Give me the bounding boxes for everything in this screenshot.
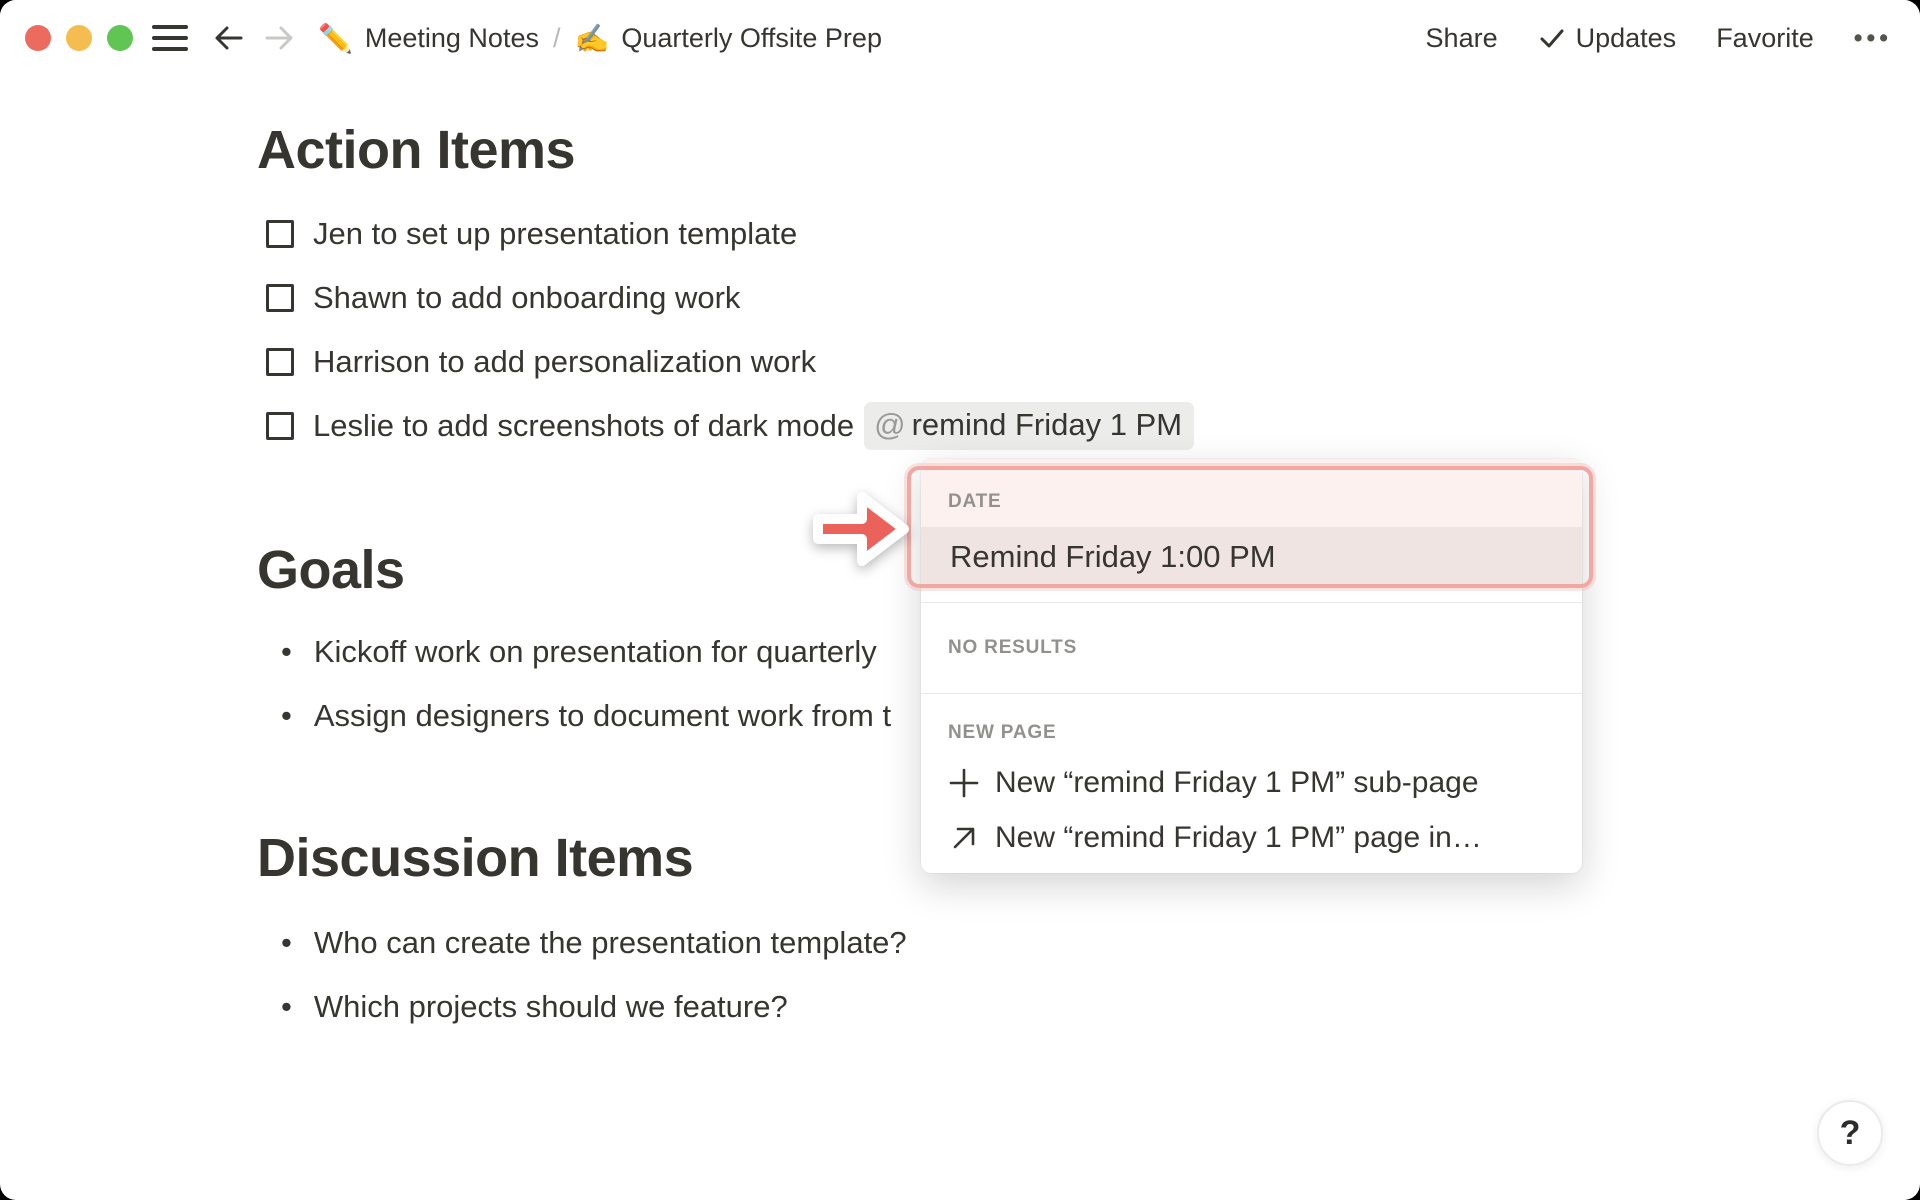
todo-checkbox[interactable] <box>266 220 294 248</box>
todo-list: Jen to set up presentation template Shaw… <box>257 202 1195 458</box>
menu-item-label: New “remind Friday 1 PM” page in… <box>995 821 1482 854</box>
writing-hand-icon: ✍️ <box>574 21 610 55</box>
bullet-item: Assign designers to document work from t <box>257 684 891 748</box>
hamburger-menu-icon[interactable] <box>152 24 188 52</box>
topbar-actions: Share Updates Favorite ••• <box>1426 0 1892 76</box>
window-controls <box>25 25 133 51</box>
top-bar: ✏️ Meeting Notes / ✍️ Quarterly Offsite … <box>0 0 1920 76</box>
mention-label: remind Friday 1 PM <box>911 407 1183 442</box>
menu-item-label: Remind Friday 1:00 PM <box>950 539 1276 574</box>
back-icon[interactable] <box>212 21 246 55</box>
heading-goals: Goals <box>257 540 405 600</box>
menu-item-remind-date[interactable]: Remind Friday 1:00 PM <box>921 527 1582 587</box>
menu-no-results-label: NO RESULTS <box>948 637 1078 658</box>
updates-button[interactable]: Updates <box>1538 22 1677 54</box>
goals-bullet-list: Kickoff work on presentation for quarter… <box>257 620 891 748</box>
bullet-item: Which projects should we feature? <box>257 975 907 1039</box>
bullet-item: Who can create the presentation template… <box>257 911 907 975</box>
menu-date-section-label: DATE <box>948 491 1002 512</box>
date-mention-token[interactable]: @ remind Friday 1 PM <box>864 402 1195 450</box>
menu-divider <box>921 693 1582 694</box>
todo-checkbox[interactable] <box>266 348 294 376</box>
check-icon <box>1540 29 1564 48</box>
menu-item-new-subpage[interactable]: New “remind Friday 1 PM” sub-page <box>921 754 1582 812</box>
breadcrumb-separator: / <box>552 22 561 53</box>
pencil-icon: ✏️ <box>318 21 353 55</box>
plus-icon <box>947 766 981 800</box>
todo-row: Leslie to add screenshots of dark mode @… <box>257 394 1195 458</box>
menu-item-new-page-in[interactable]: New “remind Friday 1 PM” page in… <box>921 809 1582 867</box>
favorite-button[interactable]: Favorite <box>1716 23 1814 54</box>
todo-text: Jen to set up presentation template <box>313 216 798 251</box>
question-mark-icon: ? <box>1839 1113 1861 1152</box>
todo-checkbox[interactable] <box>266 284 294 312</box>
todo-text: Harrison to add personalization work <box>313 344 817 379</box>
discussion-bullet-list: Who can create the presentation template… <box>257 911 907 1039</box>
menu-date-section <box>921 459 1582 527</box>
todo-row: Jen to set up presentation template <box>257 202 1194 266</box>
close-button[interactable] <box>25 25 51 51</box>
arrow-up-right-icon <box>947 821 981 855</box>
date-mention-menu: DATE Remind Friday 1:00 PM NO RESULTS NE… <box>921 459 1582 873</box>
bullet-text: Who can create the presentation template… <box>313 925 907 960</box>
menu-new-page-section-label: NEW PAGE <box>948 722 1057 743</box>
annotation-arrow-icon <box>806 484 914 579</box>
heading-action-items: Action Items <box>257 120 576 180</box>
breadcrumb: ✏️ Meeting Notes / ✍️ Quarterly Offsite … <box>318 0 882 76</box>
heading-discussion-items: Discussion Items <box>257 828 694 888</box>
help-button[interactable]: ? <box>1817 1100 1883 1166</box>
menu-divider <box>921 602 1582 603</box>
todo-checkbox[interactable] <box>266 412 294 440</box>
at-sign-icon: @ <box>874 407 906 442</box>
bullet-text: Assign designers to document work from t <box>313 698 892 733</box>
breadcrumb-root[interactable]: Meeting Notes <box>365 23 539 54</box>
todo-row: Shawn to add onboarding work <box>257 266 1194 330</box>
app-window: ✏️ Meeting Notes / ✍️ Quarterly Offsite … <box>0 0 1920 1200</box>
menu-item-label: New “remind Friday 1 PM” sub-page <box>995 766 1479 799</box>
todo-text: Leslie to add screenshots of dark mode <box>313 408 855 443</box>
bullet-item: Kickoff work on presentation for quarter… <box>257 620 891 684</box>
bullet-text: Which projects should we feature? <box>313 989 788 1024</box>
share-button[interactable]: Share <box>1426 23 1498 54</box>
breadcrumb-page[interactable]: Quarterly Offsite Prep <box>621 23 882 54</box>
todo-row: Harrison to add personalization work <box>257 330 1194 394</box>
todo-text: Shawn to add onboarding work <box>313 280 741 315</box>
minimize-button[interactable] <box>66 25 92 51</box>
zoom-button[interactable] <box>107 25 133 51</box>
updates-label: Updates <box>1575 22 1677 53</box>
forward-icon[interactable] <box>262 21 296 55</box>
more-options-button[interactable]: ••• <box>1854 24 1892 53</box>
bullet-text: Kickoff work on presentation for quarter… <box>313 634 877 669</box>
